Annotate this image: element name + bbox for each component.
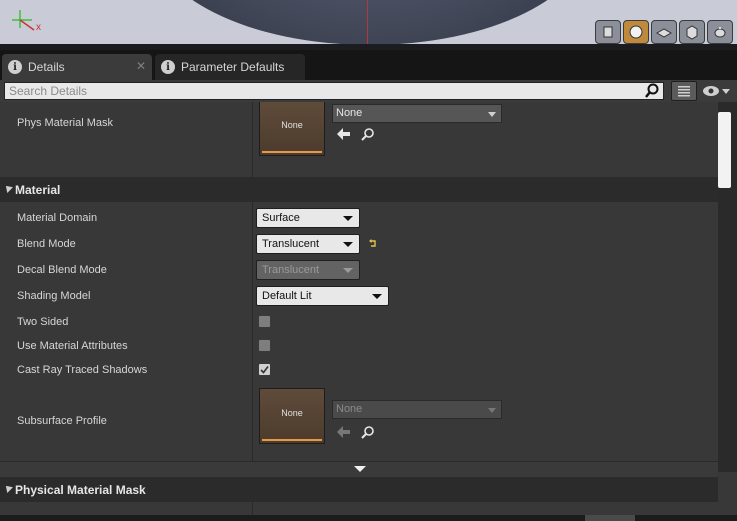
cast-ray-traced-shadows-row: Cast Ray Traced Shadows: [0, 357, 718, 381]
teapot-preview-button[interactable]: [707, 20, 733, 44]
two-sided-checkbox[interactable]: [258, 315, 271, 328]
collapse-arrow-icon: [3, 483, 13, 493]
chevron-down-icon: [372, 294, 382, 299]
shading-model-dropdown[interactable]: Default Lit: [256, 286, 389, 306]
cube-preview-icon: [686, 25, 698, 40]
preview-sphere: [150, 0, 590, 45]
subsurface-thumbnail-none-text: None: [281, 408, 303, 418]
subsurface-thumbnail[interactable]: None: [259, 388, 325, 444]
list-view-icon: [678, 86, 690, 97]
use-material-attributes-label: Use Material Attributes: [17, 340, 128, 352]
sphere-preview-button[interactable]: [623, 20, 649, 44]
blend-mode-label: Blend Mode: [17, 238, 76, 250]
physical-material-mask-section-header[interactable]: Physical Material Mask: [0, 477, 718, 502]
asset-thumbnail[interactable]: None: [259, 102, 325, 156]
blend-mode-dropdown[interactable]: Translucent: [256, 234, 360, 254]
phys-material-mask-row: Phys Material Mask None None: [0, 102, 718, 176]
decal-blend-mode-row: Decal Blend Mode Translucent: [0, 256, 718, 282]
cube-preview-button[interactable]: [679, 20, 705, 44]
eye-icon: [703, 86, 730, 96]
scrollbar-thumb[interactable]: [718, 112, 731, 188]
use-selected-arrow-icon[interactable]: [336, 127, 352, 141]
info-icon: i: [8, 60, 22, 74]
decal-blend-mode-dropdown: Translucent: [256, 260, 360, 280]
search-row: Search Details: [0, 80, 737, 102]
search-details-input[interactable]: Search Details: [4, 82, 664, 100]
physical-material-mask-title: Physical Material Mask: [15, 483, 146, 497]
axis-x-label: x: [36, 22, 41, 32]
shading-model-value: Default Lit: [262, 290, 312, 302]
material-section-header[interactable]: Material: [0, 177, 718, 202]
preview-shape-buttons: [595, 20, 733, 44]
expand-down-arrow-icon: [354, 466, 366, 472]
property-matrix-button[interactable]: [671, 81, 697, 101]
cast-ray-traced-shadows-checkbox[interactable]: [258, 363, 271, 376]
use-material-attributes-checkbox[interactable]: [258, 339, 271, 352]
chevron-down-icon: [343, 268, 353, 273]
decal-blend-mode-value: Translucent: [262, 264, 320, 276]
shading-model-row: Shading Model Default Lit: [0, 282, 718, 308]
chevron-down-icon: [343, 242, 353, 247]
details-panel: Phys Material Mask None None Material Ma…: [0, 102, 737, 521]
plane-preview-button[interactable]: [651, 20, 677, 44]
search-placeholder: Search Details: [9, 84, 88, 98]
cylinder-preview-icon: [603, 26, 613, 38]
tab-bar: i Details ✕ i Parameter Defaults: [0, 50, 737, 80]
two-sided-label: Two Sided: [17, 316, 69, 328]
material-domain-label: Material Domain: [17, 212, 98, 224]
collapse-arrow-icon: [3, 183, 13, 193]
two-sided-row: Two Sided: [0, 309, 718, 333]
material-domain-row: Material Domain Surface: [0, 204, 718, 230]
material-domain-value: Surface: [262, 212, 300, 224]
browse-search-icon[interactable]: [360, 425, 376, 439]
material-section-title: Material: [15, 183, 61, 197]
subsurface-asset-value: None: [336, 403, 363, 415]
tab-details-label: Details: [28, 60, 65, 74]
close-tab-icon[interactable]: ✕: [136, 59, 146, 73]
info-icon: i: [161, 60, 175, 74]
chevron-down-icon: [488, 112, 496, 117]
chevron-down-icon: [488, 408, 496, 413]
browse-search-icon[interactable]: [360, 127, 376, 141]
view-options-button[interactable]: [702, 83, 732, 99]
chevron-down-icon: [722, 89, 730, 94]
cylinder-preview-button[interactable]: [595, 20, 621, 44]
asset-picker-combo[interactable]: None: [332, 104, 502, 123]
plane-preview-icon: [656, 28, 672, 38]
blend-mode-value: Translucent: [262, 238, 320, 250]
subsurface-asset-combo: None: [332, 400, 502, 419]
thumbnail-none-text: None: [281, 120, 303, 130]
tab-parameter-defaults[interactable]: i Parameter Defaults: [155, 54, 305, 80]
search-icon: [645, 83, 659, 98]
advanced-expander[interactable]: [0, 461, 718, 477]
reset-to-default-icon[interactable]: [368, 238, 378, 248]
use-material-attributes-row: Use Material Attributes: [0, 333, 718, 357]
tab-details[interactable]: i Details ✕: [2, 54, 152, 80]
tab-parameter-defaults-label: Parameter Defaults: [181, 60, 285, 74]
use-selected-arrow-icon: [337, 426, 350, 438]
teapot-preview-icon: [714, 27, 726, 38]
cast-ray-traced-shadows-label: Cast Ray Traced Shadows: [17, 364, 148, 376]
subsurface-profile-label: Subsurface Profile: [17, 415, 107, 427]
chevron-down-icon: [343, 216, 353, 221]
decal-blend-mode-label: Decal Blend Mode: [17, 264, 107, 276]
phys-material-mask-label: Phys Material Mask: [17, 117, 113, 129]
viewport-axis-line: [367, 0, 368, 45]
material-domain-dropdown[interactable]: Surface: [256, 208, 360, 228]
blend-mode-row: Blend Mode Translucent: [0, 230, 718, 256]
shading-model-label: Shading Model: [17, 290, 91, 302]
horizontal-scrollbar-thumb[interactable]: [585, 515, 635, 521]
asset-picker-value: None: [336, 107, 363, 119]
sphere-preview-icon: [629, 25, 643, 39]
material-preview-viewport[interactable]: x: [0, 0, 737, 50]
subsurface-profile-row: Subsurface Profile None None: [0, 382, 718, 460]
checkmark-icon: [260, 366, 269, 374]
axis-gizmo-icon: x: [12, 10, 41, 32]
